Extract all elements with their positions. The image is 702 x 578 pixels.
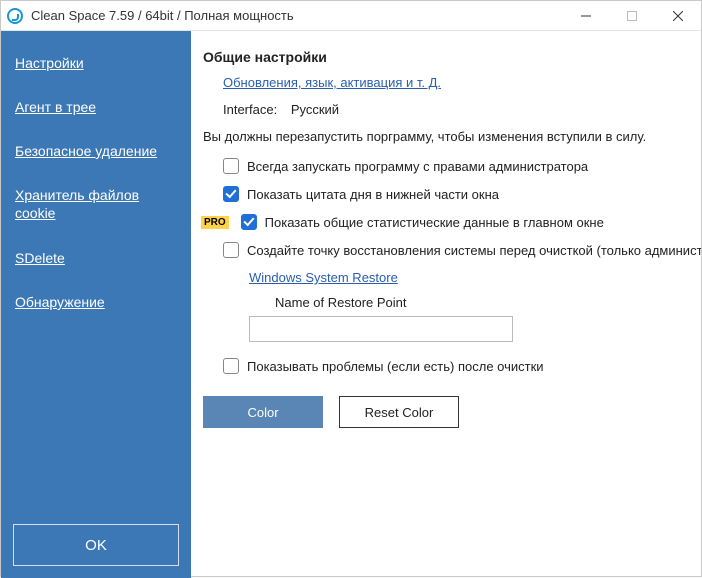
checkbox-problems[interactable] <box>223 358 239 374</box>
minimize-icon <box>581 11 591 21</box>
app-icon <box>7 8 23 24</box>
sidebar: Настройки Агент в трее Безопасное удален… <box>1 31 191 578</box>
label-stats: Показать общие статистические данные в г… <box>265 215 604 230</box>
option-admin: Всегда запускать программу с правами адм… <box>203 158 701 174</box>
sidebar-item-agent[interactable]: Агент в трее <box>1 85 191 129</box>
sidebar-item-cookie-keeper[interactable]: Хранитель файлов cookie <box>1 173 191 236</box>
titlebar: Clean Space 7.59 / 64bit / Полная мощнос… <box>1 1 701 31</box>
interface-row: Interface: Русский <box>223 102 701 117</box>
option-stats: PRO Показать общие статистические данные… <box>203 214 701 230</box>
label-admin: Всегда запускать программу с правами адм… <box>247 159 588 174</box>
ok-button[interactable]: OK <box>13 524 179 566</box>
main-panel: Общие настройки Обновления, язык, актива… <box>191 31 701 578</box>
option-restore: Создайте точку восстановления системы пе… <box>203 242 701 258</box>
checkbox-admin[interactable] <box>223 158 239 174</box>
sidebar-item-secure-delete[interactable]: Безопасное удаление <box>1 129 191 173</box>
interface-label: Interface: <box>223 102 277 117</box>
subsection-link[interactable]: Обновления, язык, активация и т. Д. <box>223 75 441 90</box>
checkbox-quote[interactable] <box>223 186 239 202</box>
restart-note: Вы должны перезапустить порграмму, чтобы… <box>203 129 701 144</box>
sidebar-item-settings[interactable]: Настройки <box>1 41 191 85</box>
reset-color-button[interactable]: Reset Color <box>339 396 459 428</box>
close-button[interactable] <box>655 1 701 31</box>
sidebar-item-detection[interactable]: Обнаружение <box>1 280 191 324</box>
restore-link[interactable]: Windows System Restore <box>249 270 398 285</box>
label-problems: Показывать проблемы (если есть) после оч… <box>247 359 544 374</box>
option-problems: Показывать проблемы (если есть) после оч… <box>203 358 701 374</box>
restore-field-label: Name of Restore Point <box>275 295 701 310</box>
checkbox-restore[interactable] <box>223 242 239 258</box>
label-restore: Создайте точку восстановления системы пе… <box>247 243 701 258</box>
page-title: Общие настройки <box>203 49 701 65</box>
minimize-button[interactable] <box>563 1 609 31</box>
label-quote: Показать цитата дня в нижней части окна <box>247 187 499 202</box>
sidebar-item-sdelete[interactable]: SDelete <box>1 236 191 280</box>
maximize-icon <box>627 11 637 21</box>
color-button[interactable]: Color <box>203 396 323 428</box>
restore-point-input[interactable] <box>249 316 513 342</box>
checkbox-stats[interactable] <box>241 214 257 230</box>
maximize-button[interactable] <box>609 1 655 31</box>
interface-value: Русский <box>291 102 339 117</box>
option-quote: Показать цитата дня в нижней части окна <box>203 186 701 202</box>
window-title: Clean Space 7.59 / 64bit / Полная мощнос… <box>31 8 294 23</box>
pro-badge: PRO <box>201 216 229 229</box>
close-icon <box>673 11 683 21</box>
